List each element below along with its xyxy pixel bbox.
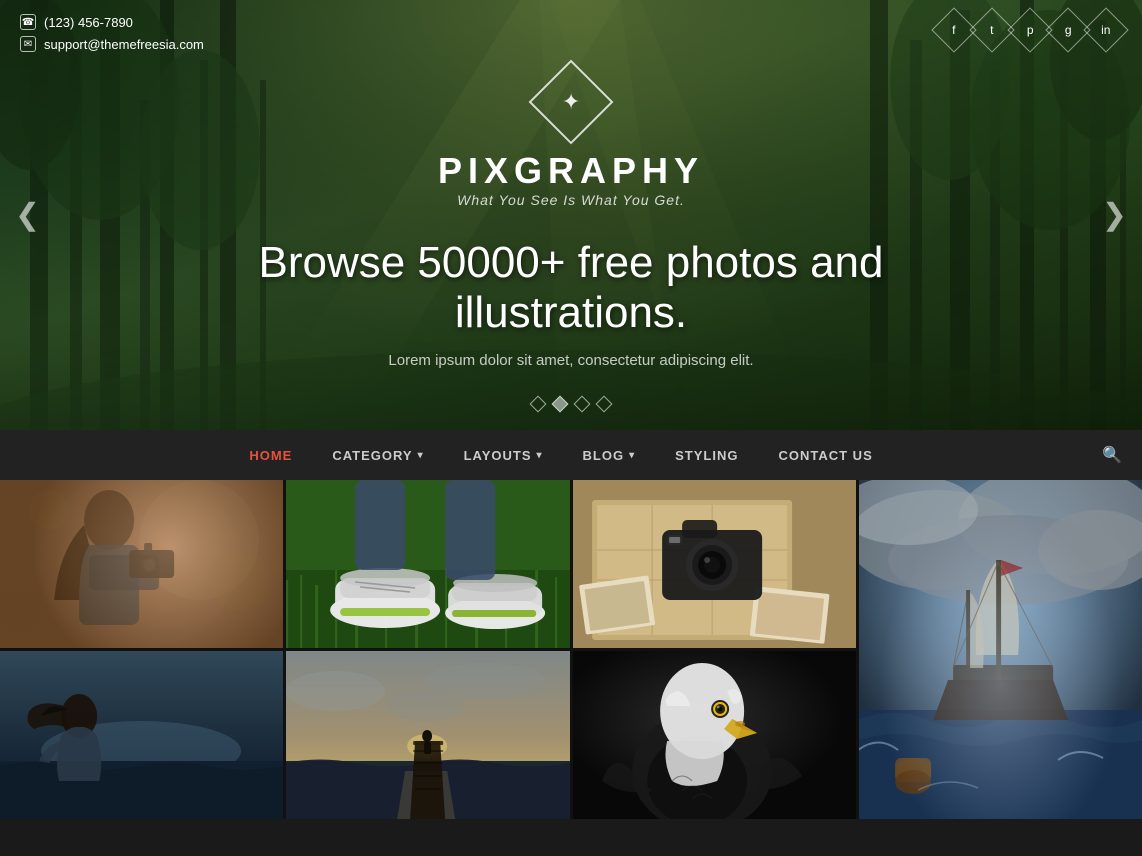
- photo-cell-2[interactable]: [286, 480, 569, 648]
- nav-contact[interactable]: CONTACT US: [758, 430, 892, 480]
- hero-subtext: Lorem ipsum dolor sit amet, consectetur …: [388, 352, 753, 369]
- nav-styling[interactable]: STYLING: [655, 430, 758, 480]
- layouts-dropdown-arrow: ▾: [537, 450, 543, 461]
- prev-slide-button[interactable]: ❮: [15, 198, 40, 233]
- email-address: support@themefreesia.com: [44, 37, 204, 52]
- email-icon: ✉: [20, 36, 36, 52]
- photo-cell-4[interactable]: [859, 480, 1142, 819]
- logo-diamond: [529, 59, 614, 144]
- email-contact: ✉ support@themefreesia.com: [20, 36, 204, 52]
- nav-home[interactable]: HOME: [229, 430, 312, 480]
- blog-dropdown-arrow: ▾: [629, 450, 635, 461]
- hero-headline: Browse 50000+ free photos and illustrati…: [171, 238, 971, 338]
- phone-number: (123) 456-7890: [44, 15, 133, 30]
- nav-blog[interactable]: BLOG ▾: [563, 430, 656, 480]
- photo-cell-6[interactable]: [286, 651, 569, 819]
- instagram-icon[interactable]: in: [1083, 7, 1128, 52]
- phone-contact: ☎ (123) 456-7890: [20, 14, 204, 30]
- category-dropdown-arrow: ▾: [418, 450, 424, 461]
- slider-dots: [532, 398, 610, 410]
- hero-logo: [541, 72, 601, 132]
- photo-grid: [0, 480, 1142, 819]
- photo-cell-3[interactable]: [573, 480, 856, 648]
- top-bar: ☎ (123) 456-7890 ✉ support@themefreesia.…: [0, 0, 1142, 66]
- phone-icon: ☎: [20, 14, 36, 30]
- site-name: PIXGRAPHY: [438, 150, 704, 192]
- slide-dot-2[interactable]: [552, 396, 569, 413]
- search-button[interactable]: 🔍: [1102, 445, 1122, 465]
- navbar: HOME CATEGORY ▾ LAYOUTS ▾ BLOG ▾ STYLING…: [0, 430, 1142, 480]
- nav-items: HOME CATEGORY ▾ LAYOUTS ▾ BLOG ▾ STYLING…: [20, 430, 1102, 480]
- social-icons-group: f t p g in: [938, 14, 1122, 46]
- photo-cell-7[interactable]: [573, 651, 856, 819]
- nav-category[interactable]: CATEGORY ▾: [312, 430, 443, 480]
- hero-section: ☎ (123) 456-7890 ✉ support@themefreesia.…: [0, 0, 1142, 430]
- photo-cell-1[interactable]: [0, 480, 283, 648]
- contact-info: ☎ (123) 456-7890 ✉ support@themefreesia.…: [20, 14, 204, 52]
- next-slide-button[interactable]: ❯: [1102, 198, 1127, 233]
- site-tagline: What You See Is What You Get.: [457, 192, 685, 208]
- photo-cell-5[interactable]: [0, 651, 283, 819]
- slide-dot-3[interactable]: [574, 396, 591, 413]
- nav-layouts[interactable]: LAYOUTS ▾: [444, 430, 563, 480]
- slide-dot-1[interactable]: [530, 396, 547, 413]
- slide-dot-4[interactable]: [596, 396, 613, 413]
